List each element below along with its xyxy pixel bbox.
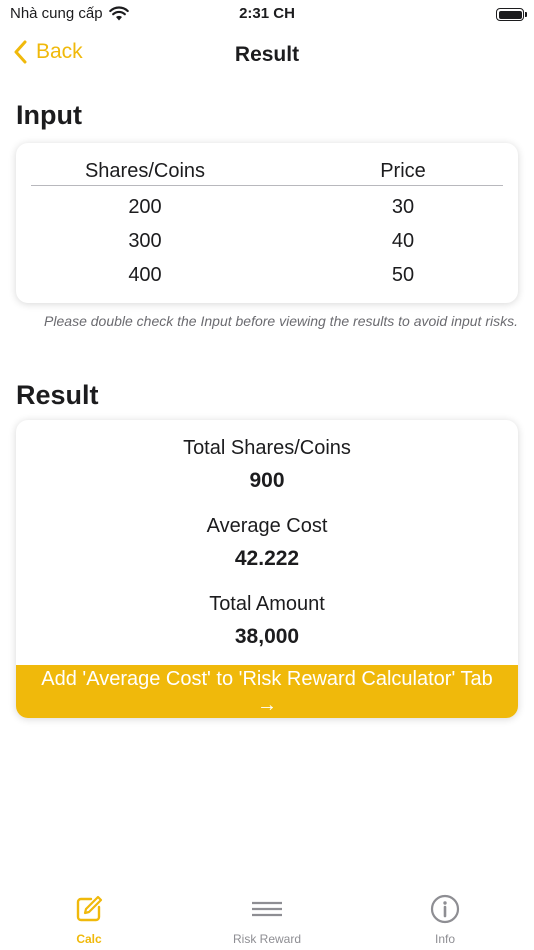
total-amount-value: 38,000 [234, 625, 300, 648]
total-amount-label: Total Amount [209, 593, 325, 615]
edit-icon [76, 895, 103, 922]
table-row: 400 50 [31, 264, 503, 298]
average-cost-value: 42.222 [234, 547, 300, 570]
tab-info-label: Info [434, 932, 455, 946]
result-card: Total Shares/Coins 900 Average Cost 42.2… [16, 420, 518, 718]
status-bar: Nhà cung cấp 2:31 CH [0, 0, 534, 30]
table-row: 200 30 [31, 196, 503, 230]
arrow-right-icon: → [257, 694, 277, 716]
cell-shares: 400 [128, 264, 162, 286]
add-button-label: Add 'Average Cost' to 'Risk Reward Calcu… [41, 668, 493, 690]
info-icon [430, 894, 460, 924]
column-header-shares: Shares/Coins [84, 160, 206, 182]
cell-price: 50 [391, 264, 415, 286]
tab-info[interactable]: Info [356, 882, 534, 950]
total-shares-value: 900 [249, 469, 285, 492]
navigation-bar: Back Result [0, 34, 534, 78]
input-warning-note: Please double check the Input before vie… [44, 313, 518, 329]
tab-calc[interactable]: Calc [0, 882, 178, 950]
add-average-cost-button[interactable]: Add 'Average Cost' to 'Risk Reward Calcu… [16, 665, 518, 718]
tab-risk-reward[interactable]: Risk Reward [178, 882, 356, 950]
input-table-body: 200 30 300 40 400 50 [31, 196, 503, 298]
tab-calc-label: Calc [76, 932, 102, 946]
table-row: 300 40 [31, 230, 503, 264]
battery-icon [496, 8, 527, 21]
result-section-title: Result [16, 380, 99, 410]
input-table-card: Shares/Coins Price 200 30 300 40 400 50 [16, 143, 518, 303]
result-screen: Nhà cung cấp 2:31 CH Back Result Input S… [0, 0, 534, 950]
input-section-title: Input [16, 100, 82, 130]
cell-price: 40 [391, 230, 415, 252]
cell-shares: 200 [128, 196, 162, 218]
status-time: 2:31 CH [239, 5, 295, 22]
input-table-header: Shares/Coins Price [31, 160, 503, 186]
total-shares-label: Total Shares/Coins [183, 437, 351, 459]
tab-bar: Calc Risk Reward Info [0, 882, 534, 950]
page-title: Result [234, 43, 300, 66]
cell-shares: 300 [128, 230, 162, 252]
average-cost-label: Average Cost [206, 515, 328, 537]
tab-risk-reward-label: Risk Reward [232, 932, 301, 946]
cell-price: 30 [391, 196, 415, 218]
column-header-price: Price [380, 160, 426, 182]
menu-lines-icon [252, 901, 282, 917]
